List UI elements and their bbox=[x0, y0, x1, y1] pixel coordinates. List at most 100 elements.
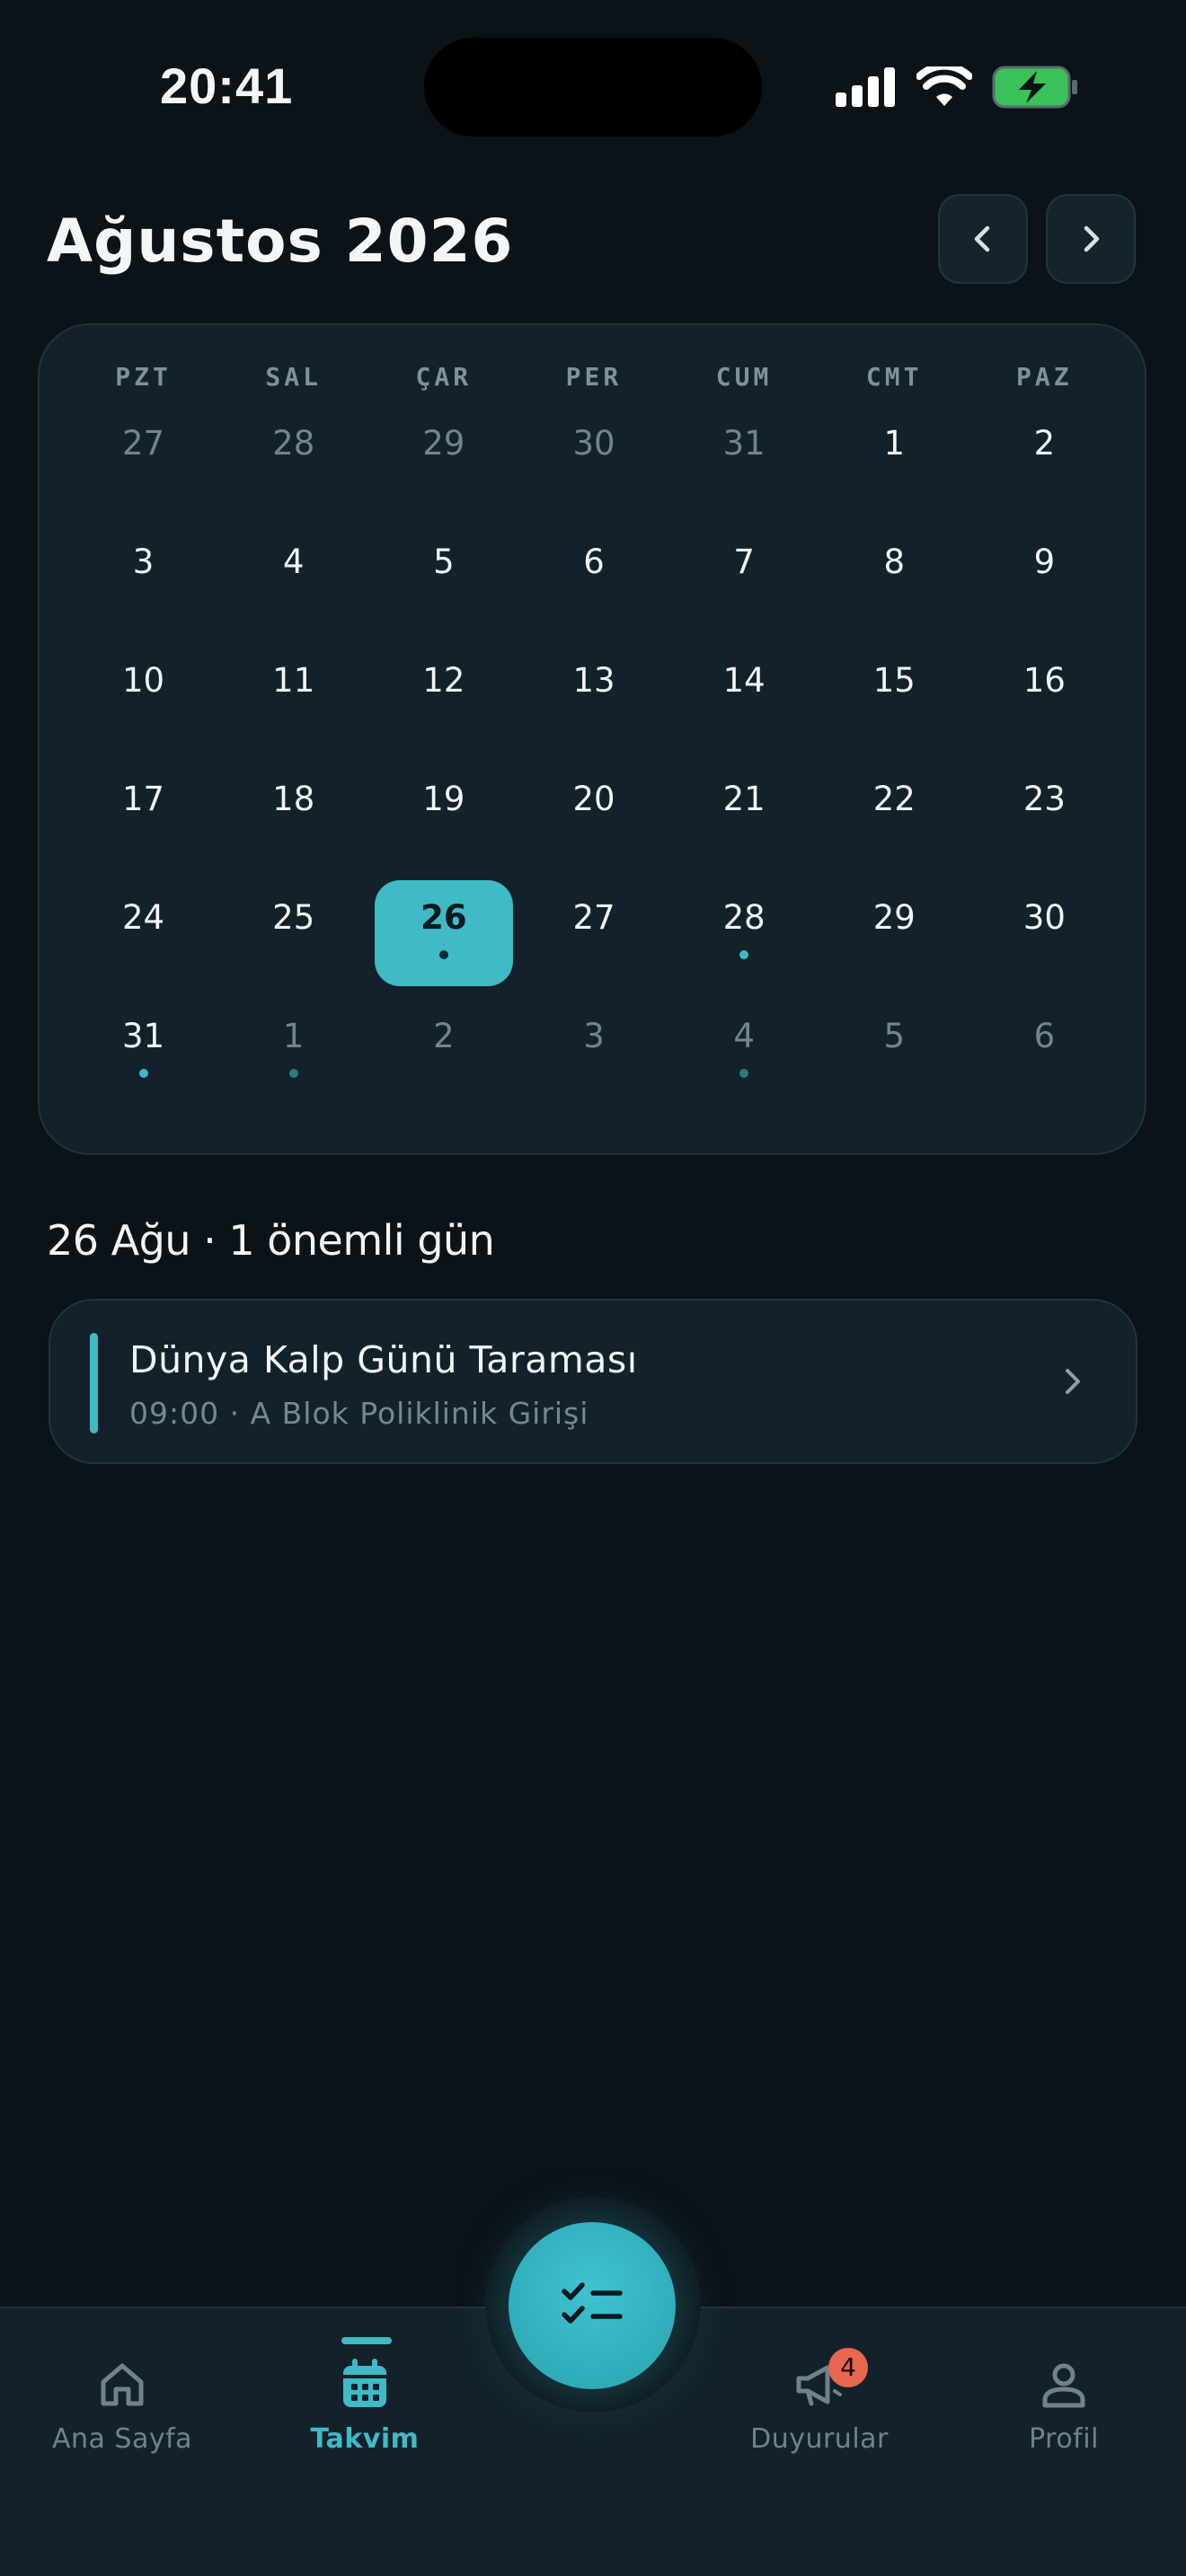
calendar-day[interactable]: 5 bbox=[368, 525, 518, 643]
calendar-day[interactable]: 25 bbox=[218, 880, 368, 999]
tab-profile[interactable]: Profil bbox=[956, 2353, 1172, 2459]
calendar-day[interactable]: 3 bbox=[68, 525, 218, 643]
calendar-day[interactable]: 24 bbox=[68, 880, 218, 999]
calendar-day[interactable]: 23 bbox=[969, 762, 1120, 880]
calendar-day[interactable]: 28 bbox=[218, 406, 368, 525]
day-cell: 19 bbox=[375, 762, 513, 868]
event-dot bbox=[438, 950, 448, 959]
calendar-day[interactable]: 13 bbox=[518, 643, 668, 762]
day-cell: 22 bbox=[825, 762, 963, 868]
home-icon bbox=[101, 2363, 144, 2406]
event-subtitle: 09:00 · A Blok Poliklinik Girişi bbox=[129, 1396, 589, 1431]
day-cell: 27 bbox=[525, 880, 663, 986]
day-number: 15 bbox=[872, 661, 916, 700]
day-cell: 31 bbox=[675, 406, 813, 512]
day-cell: 25 bbox=[225, 880, 363, 986]
calendar-day[interactable]: 22 bbox=[819, 762, 969, 880]
day-number: 6 bbox=[1033, 1017, 1056, 1055]
calendar-day[interactable]: 2 bbox=[969, 406, 1120, 525]
day-cell: 9 bbox=[975, 525, 1113, 631]
calendar-day[interactable]: 10 bbox=[68, 643, 218, 762]
day-number: 18 bbox=[272, 780, 315, 818]
calendar-day[interactable]: 15 bbox=[819, 643, 969, 762]
calendar-day[interactable]: 28 bbox=[669, 880, 819, 999]
calendar-day[interactable]: 5 bbox=[819, 999, 969, 1117]
day-cell: 30 bbox=[975, 880, 1113, 986]
day-cell: 17 bbox=[75, 762, 213, 868]
calendar-day[interactable]: 9 bbox=[969, 525, 1120, 643]
calendar-day[interactable]: 4 bbox=[218, 525, 368, 643]
tab-calendar[interactable]: Takvim bbox=[257, 2353, 473, 2459]
day-number: 29 bbox=[422, 424, 465, 463]
calendar-day-selected[interactable]: 26 bbox=[368, 880, 518, 999]
calendar-day[interactable]: 2 bbox=[368, 999, 518, 1117]
calendar-day[interactable]: 27 bbox=[518, 880, 668, 999]
calendar-day[interactable]: 1 bbox=[819, 406, 969, 525]
day-number: 22 bbox=[872, 780, 916, 818]
chevron-left-icon bbox=[974, 225, 990, 252]
day-cell: 28 bbox=[225, 406, 363, 512]
day-cell: 20 bbox=[525, 762, 663, 868]
day-cell: 5 bbox=[825, 999, 963, 1105]
calendar-day[interactable]: 31 bbox=[669, 406, 819, 525]
day-number: 4 bbox=[733, 1017, 755, 1055]
day-cell: 8 bbox=[825, 525, 963, 631]
dynamic-island bbox=[424, 38, 762, 137]
day-number: 14 bbox=[722, 661, 766, 700]
calendar-day[interactable]: 27 bbox=[68, 406, 218, 525]
calendar-day[interactable]: 29 bbox=[819, 880, 969, 999]
person-icon bbox=[1042, 2363, 1085, 2408]
calendar-day[interactable]: 29 bbox=[368, 406, 518, 525]
calendar-day[interactable]: 3 bbox=[518, 999, 668, 1117]
tab-label: Takvim bbox=[310, 2423, 420, 2455]
day-cell: 31 bbox=[75, 999, 213, 1105]
event-title: Dünya Kalp Günü Taraması bbox=[129, 1338, 638, 1381]
day-number: 17 bbox=[122, 780, 165, 818]
calendar-day[interactable]: 12 bbox=[368, 643, 518, 762]
event-dot bbox=[138, 1069, 148, 1078]
day-number: 4 bbox=[282, 543, 305, 581]
calendar-day[interactable]: 21 bbox=[669, 762, 819, 880]
day-cell: 10 bbox=[75, 643, 213, 749]
day-cell: 1 bbox=[825, 406, 963, 512]
tasks-fab-button[interactable] bbox=[509, 2222, 676, 2389]
tab-label: Profil bbox=[1029, 2423, 1099, 2455]
calendar-day[interactable]: 31 bbox=[68, 999, 218, 1117]
calendar-day[interactable]: 18 bbox=[218, 762, 368, 880]
calendar-icon bbox=[343, 2359, 386, 2407]
day-number: 28 bbox=[722, 898, 766, 937]
previous-month-button[interactable] bbox=[938, 194, 1028, 284]
calendar-day[interactable]: 16 bbox=[969, 643, 1120, 762]
day-cell: 27 bbox=[75, 406, 213, 512]
calendar-day[interactable]: 19 bbox=[368, 762, 518, 880]
day-cell: 3 bbox=[75, 525, 213, 631]
day-number: 12 bbox=[422, 661, 465, 700]
calendar-day[interactable]: 6 bbox=[969, 999, 1120, 1117]
next-month-button[interactable] bbox=[1046, 194, 1136, 284]
calendar-day[interactable]: 8 bbox=[819, 525, 969, 643]
tab-home[interactable]: Ana Sayfa bbox=[14, 2353, 230, 2459]
calendar-day[interactable]: 30 bbox=[969, 880, 1120, 999]
weekday-label: PZT bbox=[115, 362, 172, 392]
event-card[interactable]: Dünya Kalp Günü Taraması 09:00 · A Blok … bbox=[49, 1299, 1137, 1464]
calendar-day[interactable]: 30 bbox=[518, 406, 668, 525]
calendar-day[interactable]: 7 bbox=[669, 525, 819, 643]
calendar-day[interactable]: 4 bbox=[669, 999, 819, 1117]
calendar-day[interactable]: 1 bbox=[218, 999, 368, 1117]
selected-day-heading: 26 Ağu · 1 önemli gün bbox=[47, 1216, 495, 1265]
status-time: 20:41 bbox=[160, 57, 294, 114]
day-number: 25 bbox=[272, 898, 315, 937]
calendar-day[interactable]: 20 bbox=[518, 762, 668, 880]
day-cell: 26 bbox=[374, 880, 513, 986]
calendar-day[interactable]: 11 bbox=[218, 643, 368, 762]
day-cell: 30 bbox=[525, 406, 663, 512]
calendar-day[interactable]: 6 bbox=[518, 525, 668, 643]
day-number: 3 bbox=[583, 1017, 605, 1055]
calendar-day[interactable]: 14 bbox=[669, 643, 819, 762]
calendar-day[interactable]: 17 bbox=[68, 762, 218, 880]
day-number: 8 bbox=[883, 543, 906, 581]
weekday-label: ÇAR bbox=[415, 362, 473, 392]
day-number: 11 bbox=[272, 661, 315, 700]
tab-announcements[interactable]: 4 Duyurular bbox=[712, 2348, 927, 2459]
day-cell: 11 bbox=[225, 643, 363, 749]
